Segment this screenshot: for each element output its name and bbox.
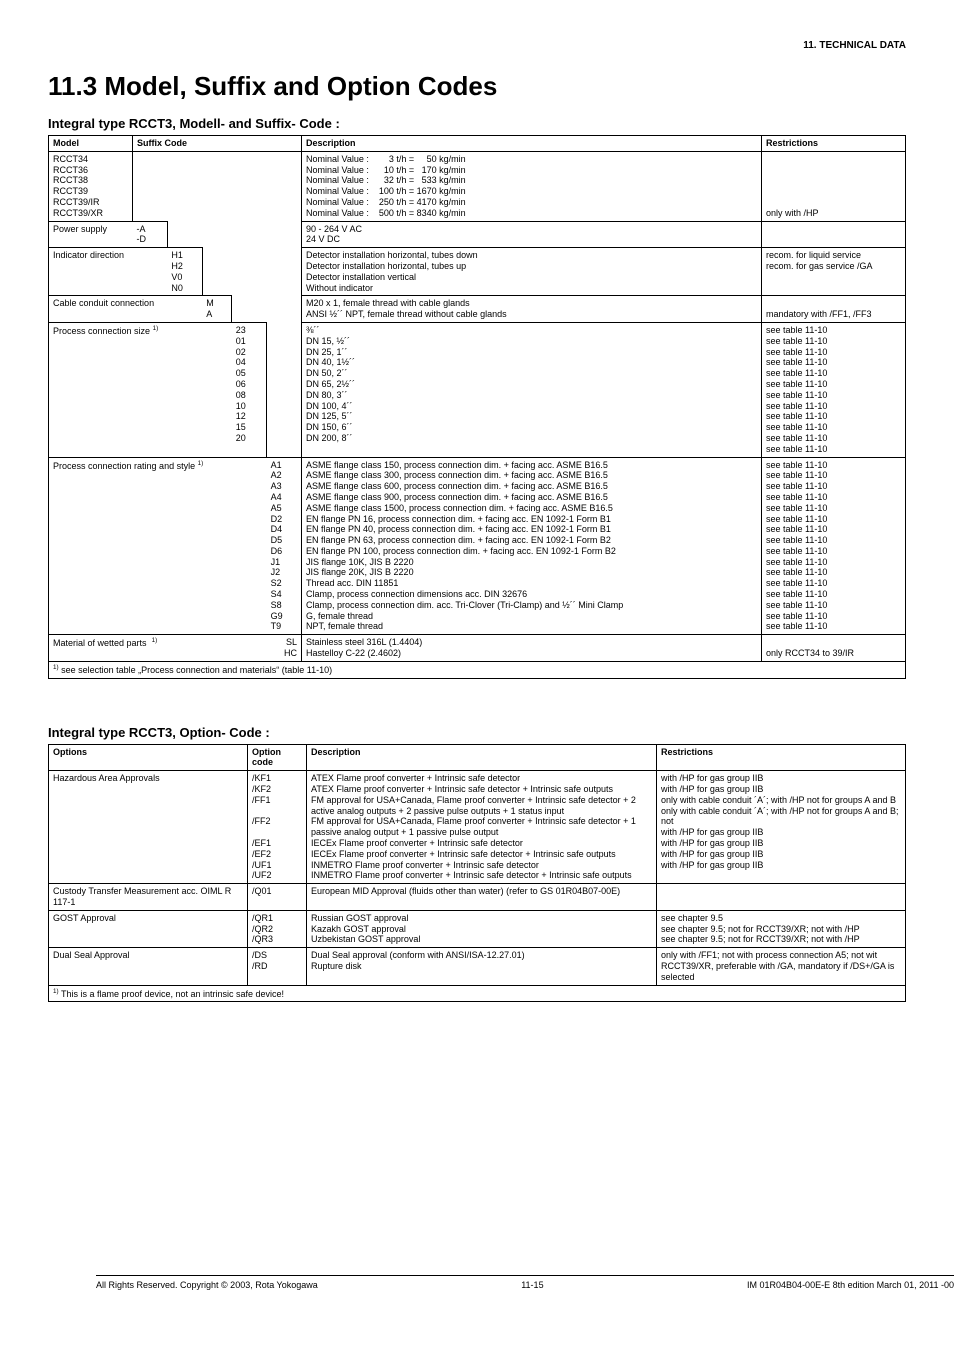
haz-desc: ATEX Flame proof converter + Intrinsic s…	[307, 771, 657, 884]
power-codes: -A -D	[133, 221, 168, 248]
procrating-restr: see table 11-10 see table 11-10 see tabl…	[762, 457, 906, 635]
th-restr: Restrictions	[762, 136, 906, 152]
dual-label: Dual Seal Approval	[49, 948, 248, 985]
gost-label: GOST Approval	[49, 910, 248, 947]
th2-code: Option code	[248, 744, 307, 771]
table1-title: Integral type RCCT3, Modell- and Suffix-…	[48, 116, 906, 131]
haz-label: Hazardous Area Approvals	[49, 771, 248, 884]
page-footer: All Rights Reserved. Copyright © 2003, R…	[96, 1275, 954, 1290]
indicator-label: Indicator direction	[49, 248, 168, 296]
gost-desc: Russian GOST approval Kazakh GOST approv…	[307, 910, 657, 947]
footer-right: IM 01R04B04-00E-E 8th edition March 01, …	[747, 1280, 954, 1290]
power-desc: 90 - 264 V AC 24 V DC	[302, 221, 762, 248]
haz-restr: with /HP for gas group IIB with /HP for …	[657, 771, 906, 884]
t1-footnote: 1) see selection table „Process connecti…	[49, 661, 906, 678]
procsize-label: Process connection size 1)	[49, 322, 232, 457]
th2-desc: Description	[307, 744, 657, 771]
table2-title: Integral type RCCT3, Option- Code :	[48, 725, 906, 740]
model-restr: only with /HP	[762, 151, 906, 221]
cable-restr: mandatory with /FF1, /FF3	[762, 296, 906, 323]
cable-label: Cable conduit connection	[49, 296, 203, 323]
section-label: 11. TECHNICAL DATA	[48, 40, 906, 51]
procrating-label: Process connection rating and style 1)	[49, 457, 267, 635]
footer-left: All Rights Reserved. Copyright © 2003, R…	[96, 1280, 318, 1290]
custody-label: Custody Transfer Measurement acc. OIML R…	[49, 884, 248, 911]
gost-codes: /QR1 /QR2 /QR3	[248, 910, 307, 947]
model-list: RCCT34 RCCT36 RCCT38 RCCT39 RCCT39/IR RC…	[49, 151, 133, 221]
procrating-codes: A1 A2 A3 A4 A5 D2 D4 D5 D6 J1 J2 S2 S4 S…	[267, 457, 302, 635]
t2-footnote: 1) This is a flame proof device, not an …	[49, 985, 906, 1002]
th-model: Model	[49, 136, 133, 152]
haz-codes: /KF1 /KF2 /FF1 /FF2 /EF1 /EF2 /UF1 /UF2	[248, 771, 307, 884]
indicator-restr: recom. for liquid service recom. for gas…	[762, 248, 906, 296]
material-desc: Stainless steel 316L (1.4404) Hastelloy …	[302, 635, 762, 662]
indicator-desc: Detector installation horizontal, tubes …	[302, 248, 762, 296]
option-code-table: Options Option code Description Restrict…	[48, 744, 906, 1003]
suffix-code-table: Model Suffix Code Description Restrictio…	[48, 135, 906, 679]
procrating-desc: ASME flange class 150, process connectio…	[302, 457, 762, 635]
dual-desc: Dual Seal approval (conform with ANSI/IS…	[307, 948, 657, 985]
custody-codes: /Q01	[248, 884, 307, 911]
th-desc: Description	[302, 136, 762, 152]
gost-restr: see chapter 9.5 see chapter 9.5; not for…	[657, 910, 906, 947]
dual-restr: only with /FF1; not with process connect…	[657, 948, 906, 985]
custody-desc: European MID Approval (fluids other than…	[307, 884, 657, 911]
procsize-restr: see table 11-10 see table 11-10 see tabl…	[762, 322, 906, 457]
cable-desc: M20 x 1, female thread with cable glands…	[302, 296, 762, 323]
material-label: Material of wetted parts 1)	[49, 635, 267, 662]
model-desc: Nominal Value : 3 t/h = 50 kg/min Nomina…	[302, 151, 762, 221]
page-title: 11.3 Model, Suffix and Option Codes	[48, 71, 906, 102]
footer-center: 11-15	[521, 1280, 543, 1290]
indicator-codes: H1 H2 V0 N0	[167, 248, 202, 296]
procsize-codes: 23 01 02 04 05 06 08 10 12 15 20	[232, 322, 267, 457]
th2-opt: Options	[49, 744, 248, 771]
material-codes: SL HC	[267, 635, 302, 662]
power-label: Power supply	[49, 221, 133, 248]
cable-codes: M A	[202, 296, 232, 323]
material-restr: only RCCT34 to 39/IR	[762, 635, 906, 662]
procsize-desc: ⅜´´ DN 15, ½´´ DN 25, 1´´ DN 40, 1½´´ DN…	[302, 322, 762, 457]
th2-restr: Restrictions	[657, 744, 906, 771]
th-suffix: Suffix Code	[133, 136, 302, 152]
dual-codes: /DS /RD	[248, 948, 307, 985]
